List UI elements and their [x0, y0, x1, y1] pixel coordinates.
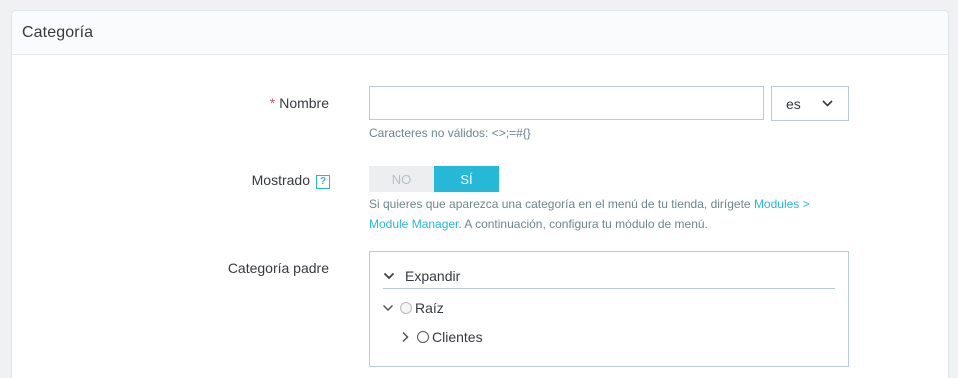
chevron-down-icon [383, 272, 395, 280]
panel-header: Categoría [12, 11, 948, 55]
category-tree: Expandir Raíz Clientes [369, 251, 849, 367]
display-toggle[interactable]: NO SÍ [369, 166, 499, 192]
name-label: * Nombre [212, 95, 329, 111]
chevron-right-icon[interactable] [399, 331, 411, 343]
chevron-down-icon [822, 100, 833, 107]
toggle-yes-option[interactable]: SÍ [434, 166, 499, 192]
name-help-text: Caracteres no válidos: <>;=#{} [369, 126, 531, 140]
parent-category-label: Categoría padre [227, 260, 329, 276]
root-radio[interactable] [400, 302, 412, 314]
expand-label: Expandir [405, 268, 461, 284]
display-label: Mostrado? [212, 172, 330, 189]
tree-node-root[interactable]: Raíz [382, 300, 444, 316]
modules-link[interactable]: Modules > [754, 197, 810, 211]
tree-node-label: Clientes [432, 329, 483, 345]
required-mark: * [269, 95, 276, 111]
display-help-part1: Si quieres que aparezca una categoría en… [369, 197, 754, 211]
panel-title: Categoría [22, 23, 94, 41]
help-icon[interactable]: ? [316, 175, 330, 189]
expand-all-toggle[interactable]: Expandir [383, 264, 835, 289]
language-value: es [786, 95, 801, 112]
category-panel: Categoría * Nombre es Caracteres no válid… [11, 10, 949, 378]
name-input[interactable] [369, 86, 764, 120]
display-label-text: Mostrado [251, 172, 310, 188]
name-label-text: Nombre [279, 95, 329, 111]
language-select[interactable]: es [771, 86, 849, 121]
toggle-no-option[interactable]: NO [369, 166, 434, 192]
display-help-text: Si quieres que aparezca una categoría en… [369, 194, 849, 234]
tree-node-clientes[interactable]: Clientes [399, 329, 483, 345]
clientes-radio[interactable] [417, 331, 429, 343]
module-manager-link[interactable]: Module Manager [369, 217, 458, 231]
chevron-down-icon[interactable] [382, 302, 394, 314]
display-help-part2: . A continuación, configura tu módulo de… [458, 217, 708, 231]
tree-node-label: Raíz [415, 300, 444, 316]
